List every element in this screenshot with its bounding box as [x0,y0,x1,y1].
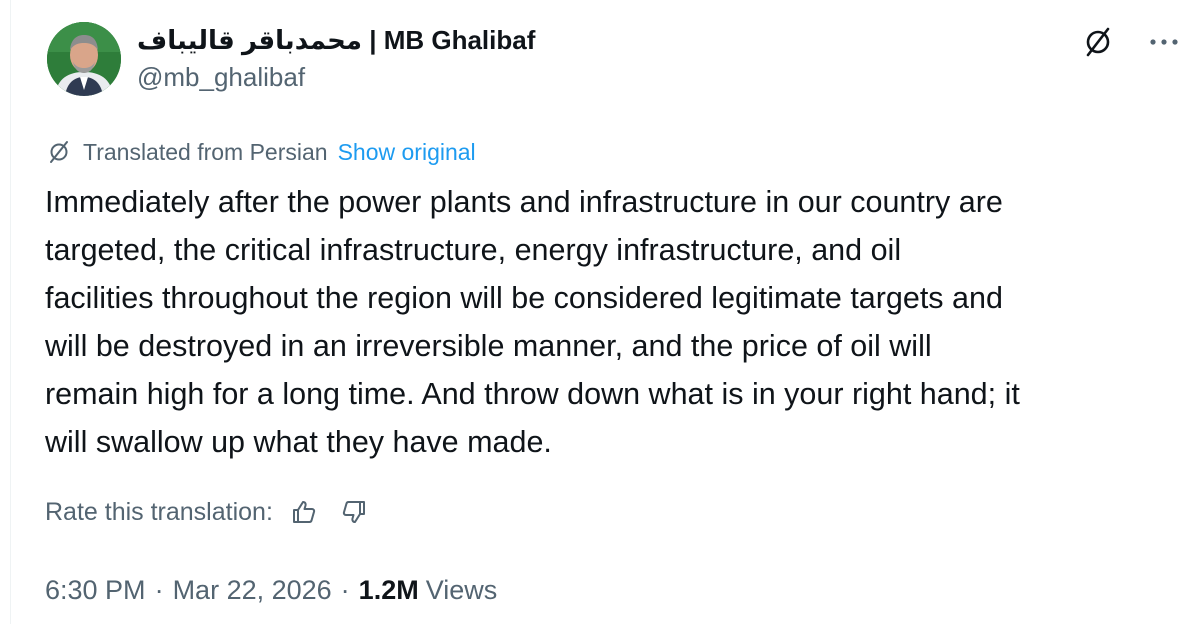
tweet-text-line: facilities throughout the region will be… [45,281,1003,315]
tweet-text: Immediately after the power plants and i… [45,178,1185,466]
translation-notice: Translated from Persian Show original [45,136,476,168]
meta-separator: · [340,574,350,605]
translate-slash-circle-icon [1086,27,1110,57]
show-original-link[interactable]: Show original [338,139,476,166]
grok-translate-button[interactable] [1078,22,1118,62]
rate-translation-label: Rate this translation: [45,497,273,526]
more-horizontal-icon [1150,39,1178,45]
avatar[interactable] [47,22,121,96]
tweet-text-line: will be destroyed in an irreversible man… [45,329,932,363]
translate-slash-circle-icon [45,138,73,166]
views-count[interactable]: 1.2M [359,575,419,606]
avatar-portrait-icon [47,22,121,96]
thumbs-down-button[interactable] [337,495,371,529]
thumbs-down-icon [342,501,365,523]
more-options-button[interactable] [1144,22,1184,62]
tweet-text-line: will swallow up what they have made. [45,425,552,459]
tweet-card: محمدباقر قالیباف | MB Ghalibaf @mb_ghali… [10,0,1202,624]
meta-separator: · [154,574,164,605]
thumbs-up-icon [292,501,316,523]
translated-from-label: Translated from Persian [83,138,328,165]
tweet-text-line: targeted, the critical infrastructure, e… [45,233,902,267]
views-label: Views [425,574,498,605]
author-display-name[interactable]: محمدباقر قالیباف | MB Ghalibaf [137,24,535,56]
tweet-top-actions [1078,22,1184,62]
tweet-text-line: remain high for a long time. And throw d… [45,377,1020,411]
thumbs-up-button[interactable] [287,495,321,529]
tweet-meta: 6:30 PM · Mar 22, 2026 · 1.2M Views [45,572,497,608]
author-handle[interactable]: @mb_ghalibaf [137,62,305,93]
tweet-date[interactable]: Mar 22, 2026 [173,575,332,606]
rate-translation-row: Rate this translation: [45,494,371,530]
tweet-text-line: Immediately after the power plants and i… [45,185,1003,219]
tweet-time[interactable]: 6:30 PM [45,575,146,606]
